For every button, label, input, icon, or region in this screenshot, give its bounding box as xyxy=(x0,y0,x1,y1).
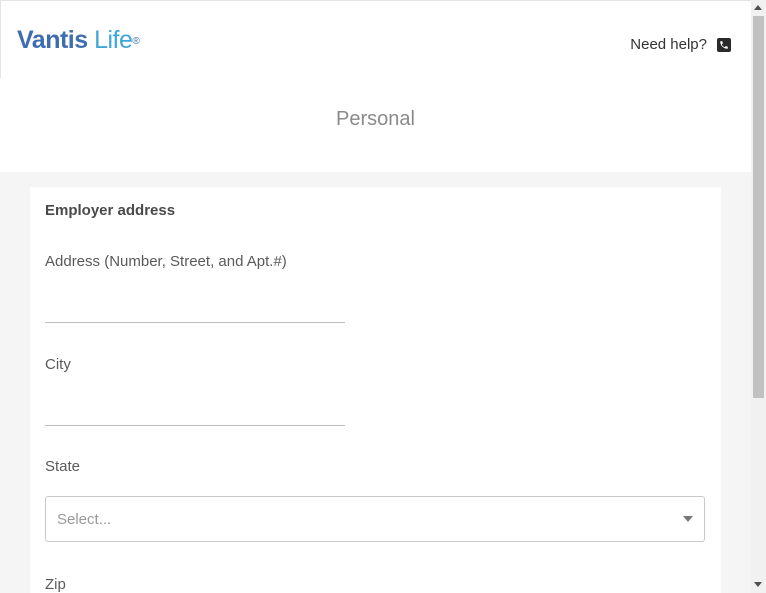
need-help-label: Need help? xyxy=(630,36,707,53)
address-label: Address (Number, Street, and Apt.#) xyxy=(45,253,287,270)
phone-icon[interactable] xyxy=(717,37,731,52)
section-title: Employer address xyxy=(45,202,176,219)
page-title: Personal xyxy=(336,108,415,130)
logo-registered-mark: ® xyxy=(132,36,140,47)
scroll-up-arrow-icon[interactable] xyxy=(754,5,762,10)
logo-word-life: Life xyxy=(87,26,133,54)
city-label: City xyxy=(45,356,71,373)
need-help-link[interactable]: Need help? xyxy=(630,36,731,53)
state-select-placeholder: Select... xyxy=(57,510,112,528)
state-select[interactable]: Select... xyxy=(45,496,705,542)
scrollbar-thumb[interactable] xyxy=(753,16,764,398)
logo-word-vantis: Vantis xyxy=(17,26,88,54)
city-input[interactable] xyxy=(45,395,345,426)
vertical-scrollbar[interactable] xyxy=(751,0,766,593)
page: Vantis Life® Need help? Personal Employe… xyxy=(0,0,751,593)
employer-address-card: Employer address Address (Number, Street… xyxy=(30,187,721,593)
title-band: Personal xyxy=(0,78,751,172)
state-label: State xyxy=(45,458,81,475)
header: Vantis Life® Need help? xyxy=(0,0,751,78)
address-input[interactable] xyxy=(45,292,345,323)
zip-label: Zip xyxy=(45,576,66,593)
chevron-down-icon xyxy=(683,516,693,522)
phone-glyph xyxy=(720,40,728,49)
scroll-down-arrow-icon[interactable] xyxy=(754,582,762,587)
vantis-life-logo[interactable]: Vantis Life® xyxy=(17,25,140,55)
